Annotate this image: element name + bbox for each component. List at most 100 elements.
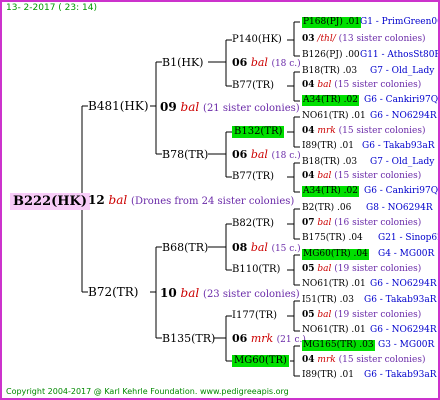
gen-kind: bal [250,148,268,161]
gen4-queen[interactable]: B18(TR) .03 [302,67,357,76]
gen-kind: mrk [317,355,336,365]
gen-num: 04 [302,355,315,365]
gen4-id: B2(TR) .06 [302,203,352,213]
gen4-queen[interactable]: A34(TR) .02 [302,186,359,197]
gen2-info: 06 bal (18 c.) [232,149,301,161]
sister-info: (15 sister colonies) [334,171,422,181]
gen-kind: bal [250,56,268,69]
gen4-id: B126(PJ) .00 [302,50,360,60]
gen4-queen[interactable]: MG165(TR) .03 [302,340,375,351]
gen-num: 06 [232,148,248,161]
sire-sister-info: (21 sister colonies) [203,103,300,114]
gen4-queen[interactable]: I89(TR) .01 [302,371,354,380]
gen3-info: 04 mrk (15 sister colonies) [302,127,426,136]
gen4-id: P168(PJ) .01 [303,17,361,27]
gen3-info: 05 bal (19 sister colonies) [302,265,421,274]
gen-num: 05 [302,264,315,274]
gen4-queen[interactable]: B175(TR) .04 [302,234,363,243]
gen4-id: MG165(TR) .03 [303,340,374,350]
gen3-queen[interactable]: B82(TR) [232,219,274,229]
gen4-queen[interactable]: B18(TR) .03 [302,158,357,167]
gen4-line: G3 - MG00R [378,340,435,350]
sister-info: (19 sister colonies) [334,264,422,274]
gen4-line: G6 - NO6294R [370,279,437,289]
gen4-id: B18(TR) .03 [302,66,358,76]
copyright-footer: Copyright 2004-2017 @ Karl Kehrle Founda… [6,387,289,396]
gen2-queen[interactable]: B68(TR) [162,242,208,253]
gen2-queen[interactable]: B78(TR) [162,149,208,160]
sister-info: (15 c.) [271,244,301,254]
gen4-id: A34(TR) .02 [303,95,358,105]
sire-gen-kind: bal [180,100,200,114]
gen4-line: G6 - NO6294R [370,325,437,335]
gen4-line: G8 - NO6294R [366,203,433,213]
gen-kind: bal [317,218,332,228]
gen4-line: G6 - Takab93aR [364,370,437,380]
gen4-id: NO61(TR) .01 [302,111,366,121]
gen4-queen[interactable]: NO61(TR) .01 [302,326,366,335]
dam-queen[interactable]: B72(TR) [88,286,139,298]
gen3-queen[interactable]: B132(TR) [232,126,285,138]
gen4-queen[interactable]: I89(TR) .01 [302,142,354,151]
gen-kind: mrk [250,332,274,345]
gen4-id: I89(TR) .01 [302,370,354,380]
gen4-line: G1 - PrimGreen00 [360,17,440,27]
gen3-queen[interactable]: B110(TR) [232,265,280,275]
gen3-queen[interactable]: I177(TR) [232,311,277,321]
gen-num: 08 [232,241,248,254]
gen4-queen[interactable]: NO61(TR) .01 [302,112,366,121]
sister-info: (13 sister colonies) [338,34,426,44]
gen3-queen[interactable]: B77(TR) [232,81,274,91]
gen4-id: MG60(TR) .04 [303,249,368,259]
gen2-info: 06 bal (18 c.) [232,57,301,69]
gen2-info: 08 bal (15 c.) [232,242,301,254]
dam-gen-kind: bal [180,286,200,300]
gen3-info: 07 bal (16 sister colonies) [302,219,421,228]
sister-info: (16 sister colonies) [334,218,422,228]
root-gen-kind: bal [108,193,128,207]
gen2-queen[interactable]: B135(TR) [162,333,215,344]
gen4-id: I89(TR) .01 [302,141,354,151]
sire-info: 09 bal (21 sister colonies) [160,101,300,114]
sister-info: (15 sister colonies) [338,126,426,136]
gen-num: 06 [232,56,248,69]
gen3-info: 03 /thl/ (13 sister colonies) [302,35,426,44]
gen4-queen[interactable]: MG60(TR) .04 [302,249,369,260]
root-info: 12 bal (Drones from 24 sister colonies) [88,194,294,207]
sire-gen-num: 09 [160,100,177,114]
gen-num: 03 [302,34,315,44]
gen4-line: G6 - NO6294R [370,111,437,121]
gen4-queen[interactable]: A34(TR) .02 [302,95,359,106]
gen4-queen[interactable]: B126(PJ) .00 [302,51,360,60]
root-drone-info: (Drones from 24 sister colonies) [131,196,295,207]
sire-queen[interactable]: B481(HK) [88,100,149,112]
gen4-queen[interactable]: B2(TR) .06 [302,204,351,213]
gen2-info: 06 mrk (21 c.) [232,333,306,345]
gen-num: 04 [302,80,315,90]
gen4-queen[interactable]: NO61(TR) .01 [302,280,366,289]
gen4-line: G7 - Old_Lady [370,157,435,167]
gen3-queen[interactable]: B77(TR) [232,172,274,182]
gen4-queen[interactable]: I51(TR) .03 [302,296,354,305]
gen4-line: G6 - Takab93aR [362,141,435,151]
gen-num: 06 [232,332,248,345]
root-queen[interactable]: B222(HK) [10,193,91,210]
pedigree-chart: 13- 2-2017 ( 23: 14) B222(HK) 12 bal (Dr… [0,0,440,400]
gen4-line: G6 - Cankiri97Q [364,186,439,196]
gen4-line: G4 - MG00R [378,249,435,259]
gen3-info: 04 bal (15 sister colonies) [302,81,421,90]
gen2-queen[interactable]: B1(HK) [162,57,203,68]
dam-gen-num: 10 [160,286,177,300]
root-gen-num: 12 [88,193,105,207]
gen4-queen[interactable]: P168(PJ) .01 [302,17,362,28]
gen4-id: A34(TR) .02 [303,186,358,196]
gen3-queen[interactable]: P140(HK) [232,35,282,45]
date-stamp: 13- 2-2017 ( 23: 14) [6,3,97,13]
gen4-line: G11 - AthosSt80R [360,50,440,60]
sister-info: (18 c.) [271,151,301,161]
dam-sister-info: (23 sister colonies) [203,289,300,300]
gen4-line: G21 - Sinop62R [378,233,438,243]
gen3-queen[interactable]: MG60(TR) [232,355,289,367]
sister-info: (15 sister colonies) [338,355,426,365]
gen4-id: I51(TR) .03 [302,295,354,305]
